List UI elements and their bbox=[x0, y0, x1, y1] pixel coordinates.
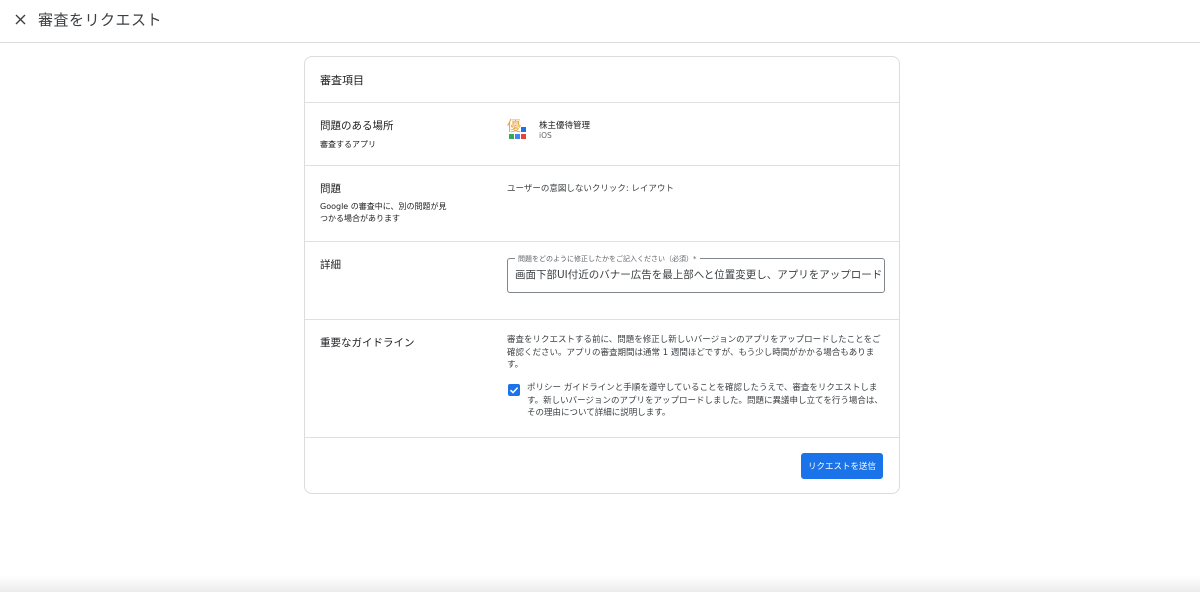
page-title: 審査をリクエスト bbox=[38, 11, 163, 29]
close-icon bbox=[15, 14, 25, 24]
bottom-shade bbox=[0, 576, 1200, 592]
guidelines-text: 審査をリクエストする前に、問題を修正し新しいバージョンのアプリをアップロードした… bbox=[507, 335, 881, 370]
issue-row: 問題 Google の審査中に、別の問題が見つかる場合があります ユーザーの意図… bbox=[305, 166, 899, 242]
location-label: 問題のある場所 bbox=[320, 120, 394, 132]
agree-checkbox[interactable] bbox=[508, 384, 520, 396]
app-platform: iOS bbox=[539, 131, 552, 140]
issue-sub: Google の審査中に、別の問題が見つかる場合があります bbox=[320, 202, 447, 223]
app-name: 株主優待管理 bbox=[539, 121, 591, 131]
details-input[interactable] bbox=[515, 268, 881, 280]
submit-request-button[interactable]: リクエストを送信 bbox=[801, 453, 883, 479]
guidelines-label: 重要なガイドライン bbox=[320, 337, 415, 349]
check-icon bbox=[509, 387, 519, 394]
location-row: 問題のある場所 審査するアプリ 優 株主優待管理 iOS bbox=[305, 103, 899, 166]
app-icon-glyph: 優 bbox=[507, 119, 521, 135]
agree-checkbox-label: ポリシー ガイドラインと手順を遵守していることを確認したうえで、審査をリクエスト… bbox=[527, 383, 883, 418]
top-bar: 審査をリクエスト bbox=[0, 0, 1200, 43]
issue-value: ユーザーの意図しないクリック: レイアウト bbox=[507, 184, 674, 194]
issue-label: 問題 bbox=[320, 183, 341, 195]
review-card: 審査項目 問題のある場所 審査するアプリ 優 株主優待管理 iOS 問題 Goo… bbox=[304, 56, 900, 494]
location-sub: 審査するアプリ bbox=[320, 140, 376, 149]
card-title: 審査項目 bbox=[305, 57, 899, 103]
app-icon: 優 bbox=[507, 117, 529, 141]
details-field[interactable]: 問題をどのように修正したかをご記入ください（必須）* bbox=[507, 254, 885, 293]
details-row: 詳細 問題をどのように修正したかをご記入ください（必須）* bbox=[305, 242, 899, 320]
guidelines-row: 重要なガイドライン 審査をリクエストする前に、問題を修正し新しいバージョンのアプ… bbox=[305, 320, 899, 438]
close-button[interactable] bbox=[11, 10, 29, 28]
details-label: 詳細 bbox=[320, 259, 341, 271]
details-field-label: 問題をどのように修正したかをご記入ください（必須）* bbox=[515, 254, 700, 264]
